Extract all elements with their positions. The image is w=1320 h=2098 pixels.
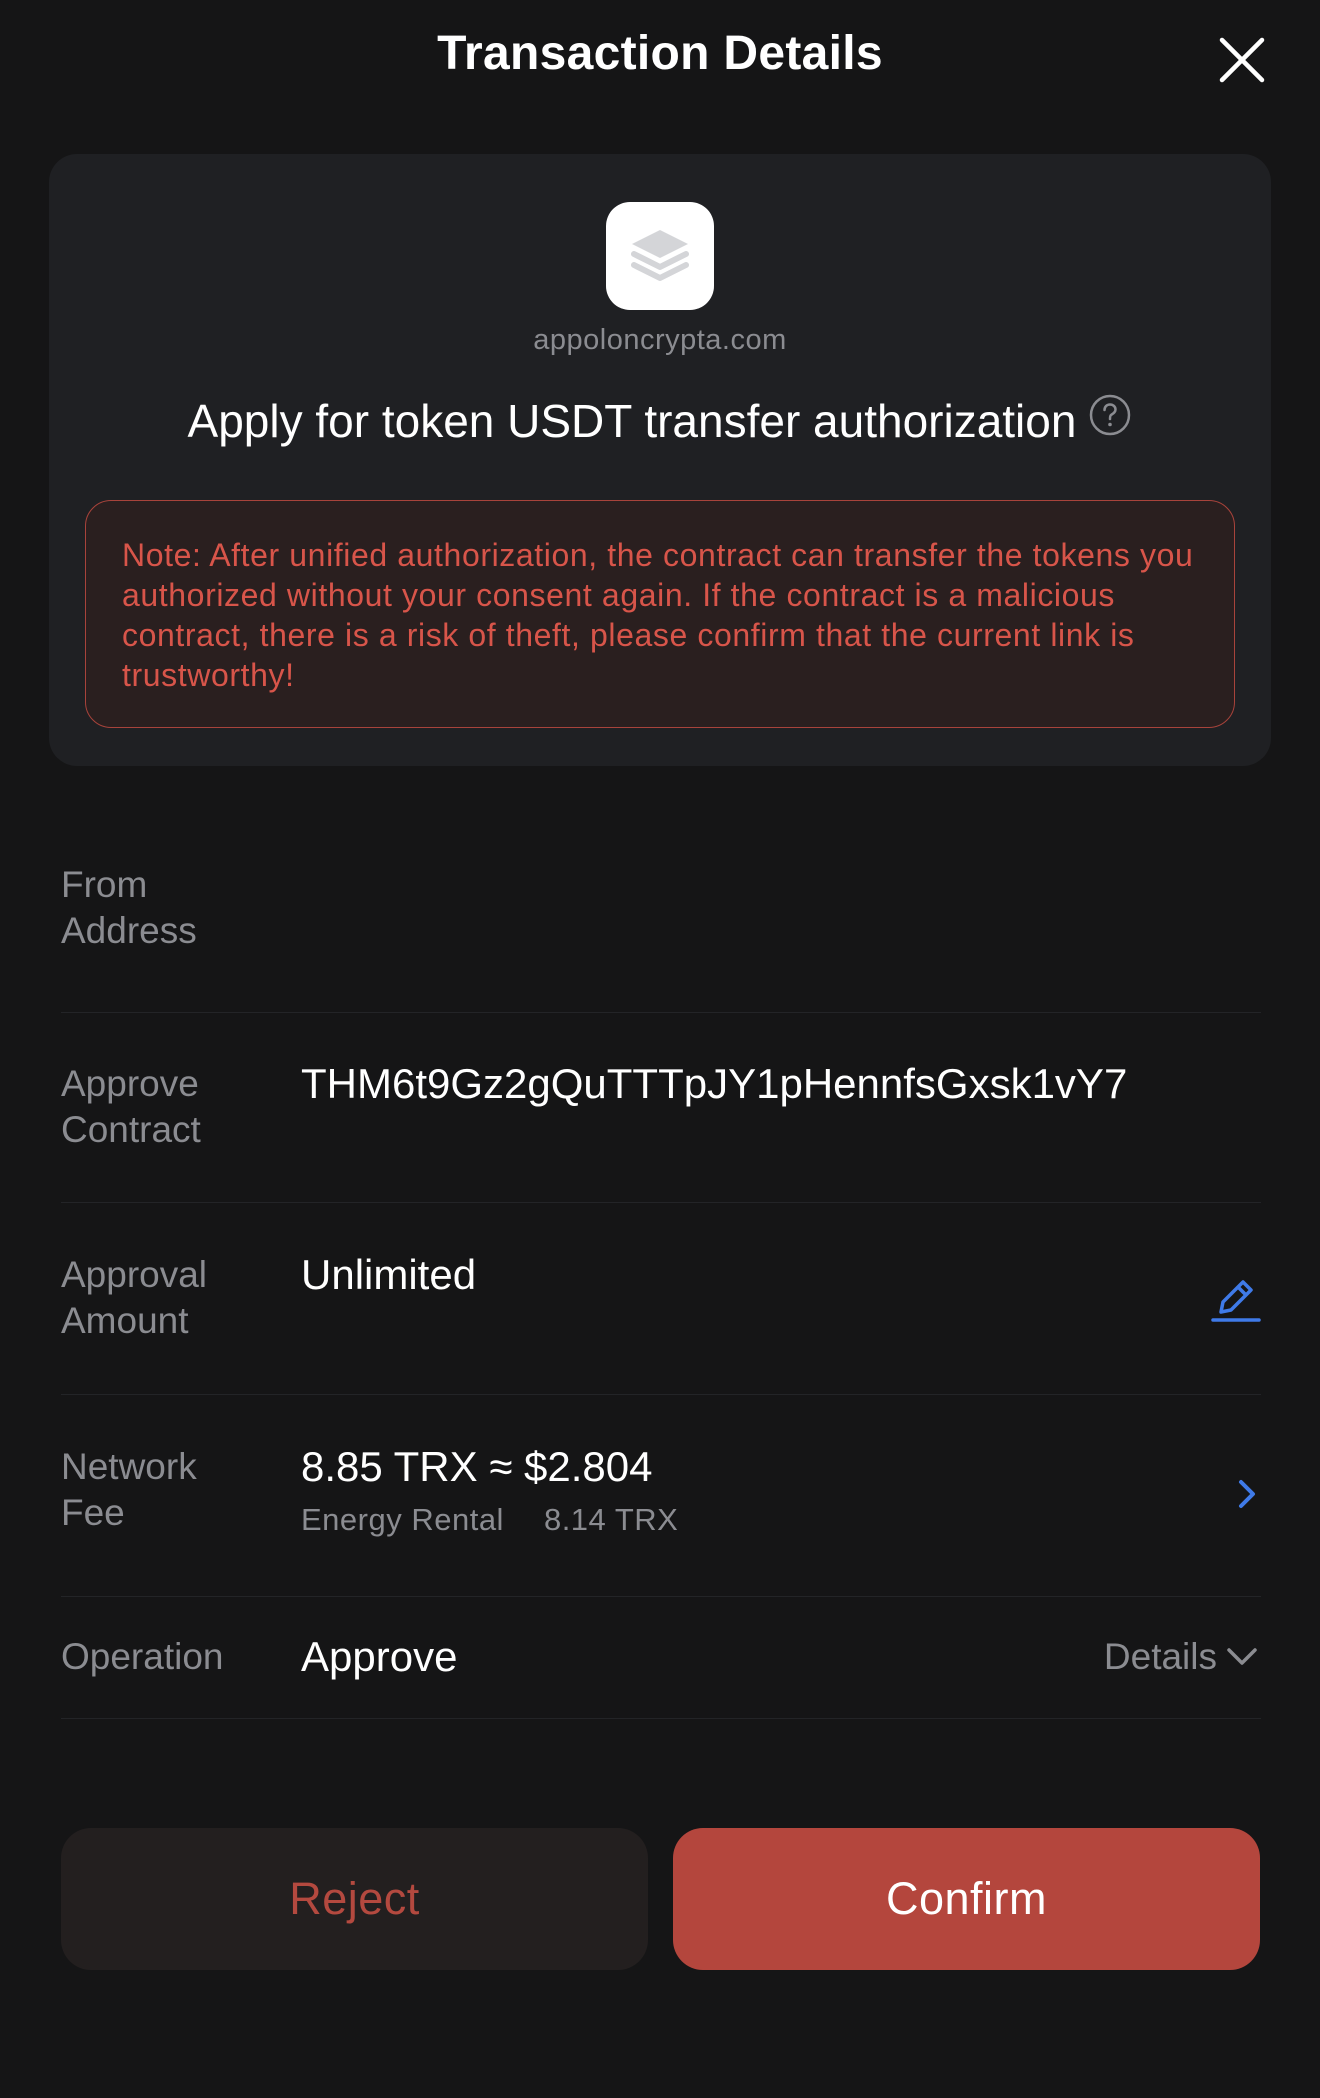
page-title: Transaction Details [437, 27, 883, 80]
request-title: Apply for token USDT transfer authorizat… [187, 395, 1077, 447]
network-fee-value: 8.85 TRX ≈ $2.804 [301, 1443, 653, 1490]
energy-rental-label: Energy Rental [301, 1502, 504, 1537]
energy-rental-info: Energy Rental 8.14 TRX [301, 1502, 678, 1538]
close-button[interactable] [1212, 30, 1272, 90]
row-network-fee[interactable]: Network Fee 8.85 TRX ≈ $2.804 Energy Ren… [61, 1444, 1261, 1597]
dapp-logo [606, 202, 714, 310]
header: Transaction Details [0, 0, 1320, 118]
row-operation: Operation Approve Details [61, 1634, 1261, 1719]
from-address-label: From Address [61, 864, 197, 951]
approval-amount-value: Unlimited [301, 1251, 477, 1298]
risk-warning: Note: After unified authorization, the c… [85, 500, 1235, 728]
chevron-down-icon [1227, 1648, 1257, 1665]
chevron-right-icon [1239, 1480, 1255, 1508]
layers-icon [631, 230, 689, 281]
network-fee-label: Network Fee [61, 1446, 197, 1533]
approval-amount-label: Approval Amount [61, 1254, 208, 1341]
edit-amount-button[interactable] [1209, 1272, 1263, 1326]
request-title-line: Apply for token USDT transfer authorizat… [49, 394, 1271, 448]
details-label: Details [1103, 1636, 1217, 1677]
row-approval-amount: Approval Amount Unlimited [61, 1252, 1261, 1395]
approve-contract-label: Approve Contract [61, 1063, 201, 1150]
pencil-icon [1211, 1280, 1261, 1322]
energy-rental-value: 8.14 TRX [543, 1502, 679, 1537]
approve-contract-value: THM6t9Gz2gQuTTTpJY1pHennfsGxsk1vY7 [301, 1060, 1128, 1107]
close-icon [1219, 37, 1265, 83]
dapp-domain: appoloncrypta.com [533, 324, 787, 356]
question-circle-icon[interactable] [1088, 393, 1132, 448]
row-from-address: From Address [61, 862, 1261, 1013]
row-approve-contract: Approve Contract THM6t9Gz2gQuTTTpJY1pHen… [61, 1061, 1261, 1203]
operation-value: Approve [301, 1633, 458, 1680]
confirm-button[interactable]: Confirm [673, 1828, 1260, 1970]
operation-label: Operation [61, 1636, 224, 1677]
request-card: appoloncrypta.com Apply for token USDT t… [49, 154, 1271, 766]
network-fee-expand[interactable] [1229, 1474, 1265, 1514]
reject-button[interactable]: Reject [61, 1828, 648, 1970]
details-toggle[interactable]: Details [1104, 1634, 1261, 1680]
